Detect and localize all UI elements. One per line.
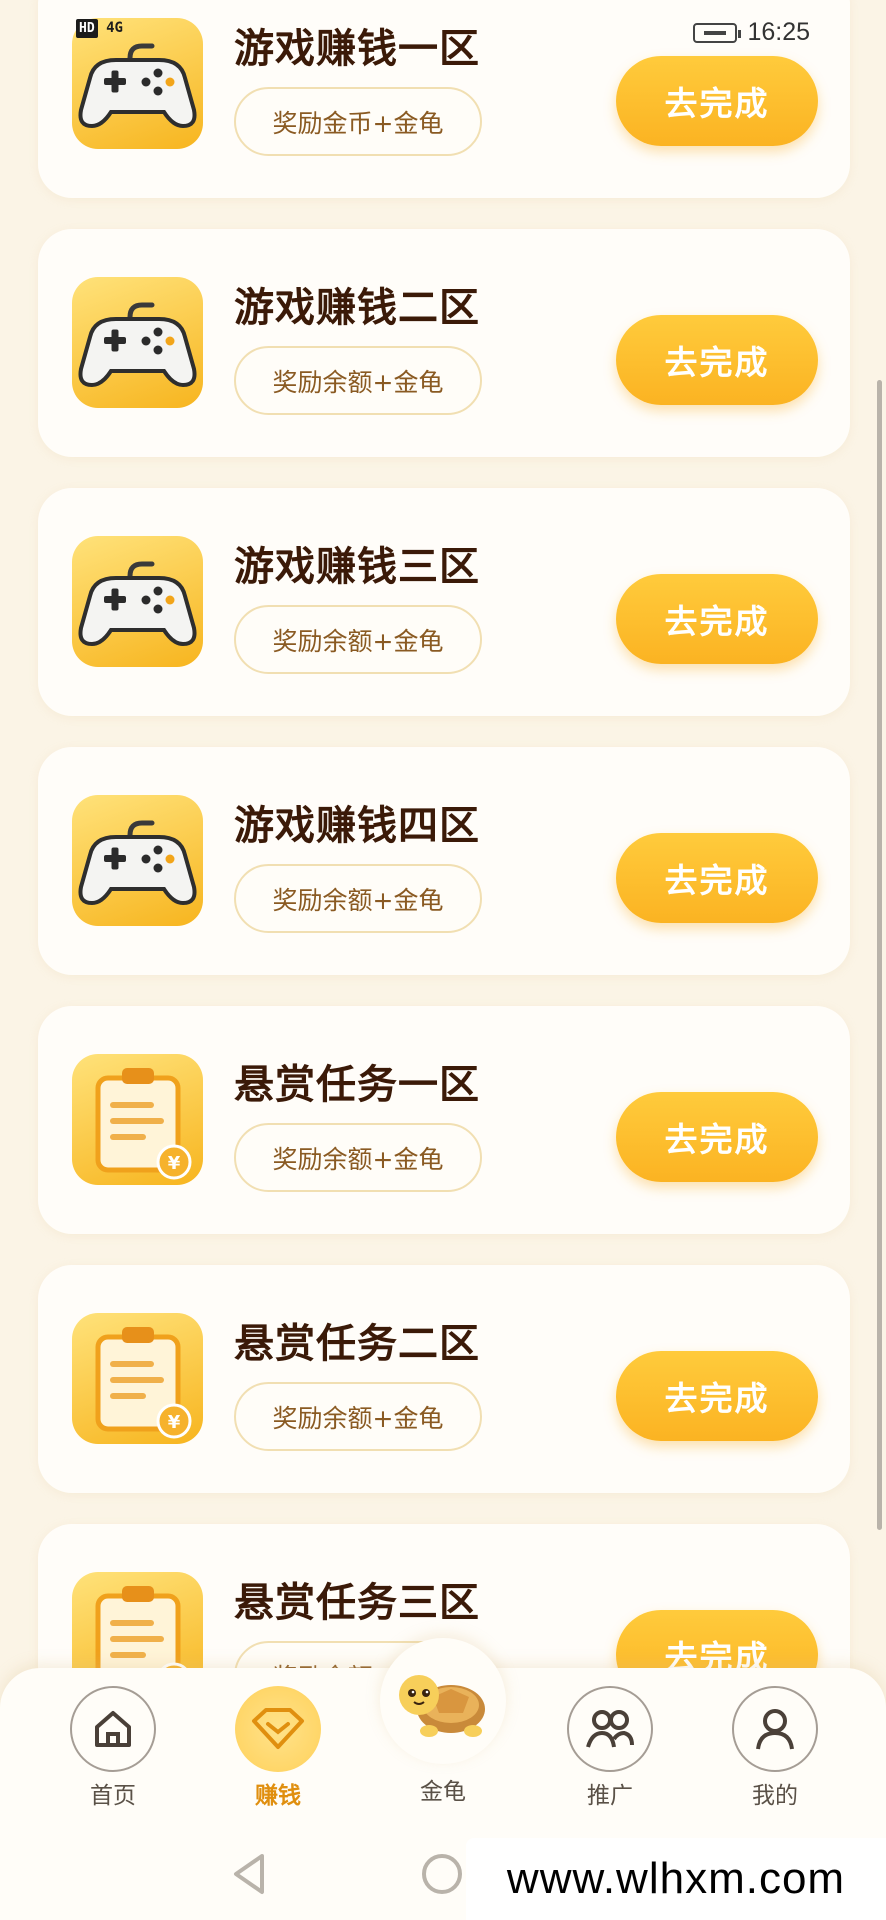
- task-title: 悬赏任务一区: [234, 1062, 480, 1108]
- task-reward-tag: 奖励余额+金龟: [234, 346, 482, 415]
- task-title: 悬赏任务三区: [234, 1580, 480, 1626]
- go-complete-button[interactable]: 去完成: [616, 1351, 818, 1441]
- task-card: ¥ 悬赏任务一区 奖励余额+金龟 去完成: [38, 1006, 850, 1234]
- tab-earn[interactable]: 赚钱: [218, 1686, 338, 1810]
- tab-earn-label: 赚钱: [255, 1783, 301, 1809]
- task-reward-tag: 奖励余额+金龟: [234, 1382, 482, 1451]
- network-type: 4G: [106, 20, 123, 36]
- status-bar: HD 4G 16:25: [0, 0, 886, 70]
- watermark: www.wlhxm.com: [466, 1838, 886, 1920]
- system-navigation-bar: www.wlhxm.com: [0, 1820, 886, 1920]
- go-complete-button[interactable]: 去完成: [616, 574, 818, 664]
- task-reward-tag: 奖励余额+金龟: [234, 864, 482, 933]
- task-title: 游戏赚钱四区: [234, 803, 480, 849]
- gamepad-icon: [72, 536, 203, 667]
- clock: 16:25: [747, 18, 810, 46]
- go-complete-button[interactable]: 去完成: [616, 833, 818, 923]
- battery-icon: [693, 22, 742, 43]
- task-reward-tag: 奖励金币+金龟: [234, 87, 482, 156]
- tab-home[interactable]: 首页: [53, 1686, 173, 1810]
- task-title: 游戏赚钱二区: [234, 285, 480, 331]
- user-icon: [732, 1686, 818, 1772]
- scrollbar[interactable]: [877, 380, 882, 1530]
- svg-text:¥: ¥: [168, 1412, 181, 1433]
- task-title: 游戏赚钱三区: [234, 544, 480, 590]
- turtle-icon: [399, 1675, 485, 1737]
- gamepad-icon: [72, 795, 203, 926]
- clipboard-coin-icon: ¥: [72, 1054, 203, 1185]
- home-icon: [70, 1686, 156, 1772]
- task-reward-tag: 奖励余额+金龟: [234, 1123, 482, 1192]
- tab-home-label: 首页: [90, 1783, 136, 1809]
- tab-mine-label: 我的: [752, 1783, 798, 1809]
- bottom-tab-bar: 首页 赚钱 金龟 推广 我的: [0, 1638, 886, 1820]
- status-right: 16:25: [693, 18, 810, 47]
- home-circle-icon[interactable]: [420, 1852, 464, 1896]
- go-complete-button[interactable]: 去完成: [616, 315, 818, 405]
- people-icon: [567, 1686, 653, 1772]
- clipboard-coin-icon: ¥: [72, 1313, 203, 1444]
- task-card: 游戏赚钱四区 奖励余额+金龟 去完成: [38, 747, 850, 975]
- tab-mine[interactable]: 我的: [715, 1686, 835, 1810]
- go-complete-button[interactable]: 去完成: [616, 1092, 818, 1182]
- task-list: 游戏赚钱一区 奖励金币+金龟 去完成 游戏赚钱二区 奖励余额+金龟 去完成 游戏…: [38, 0, 850, 1783]
- tab-turtle[interactable]: [380, 1638, 506, 1764]
- task-card: ¥ 悬赏任务二区 奖励余额+金龟 去完成: [38, 1265, 850, 1493]
- tab-promote-label: 推广: [587, 1783, 633, 1809]
- task-card: 游戏赚钱三区 奖励余额+金龟 去完成: [38, 488, 850, 716]
- hd-badge: HD: [76, 19, 98, 38]
- tab-turtle-label: 金龟: [420, 1779, 466, 1805]
- diamond-icon: [235, 1686, 321, 1772]
- task-card: 游戏赚钱二区 奖励余额+金龟 去完成: [38, 229, 850, 457]
- task-reward-tag: 奖励余额+金龟: [234, 605, 482, 674]
- task-title: 悬赏任务二区: [234, 1321, 480, 1367]
- tab-promote[interactable]: 推广: [550, 1686, 670, 1810]
- gamepad-icon: [72, 277, 203, 408]
- signal-indicators: HD 4G: [76, 19, 123, 38]
- svg-text:¥: ¥: [168, 1153, 181, 1174]
- back-icon[interactable]: [230, 1852, 270, 1896]
